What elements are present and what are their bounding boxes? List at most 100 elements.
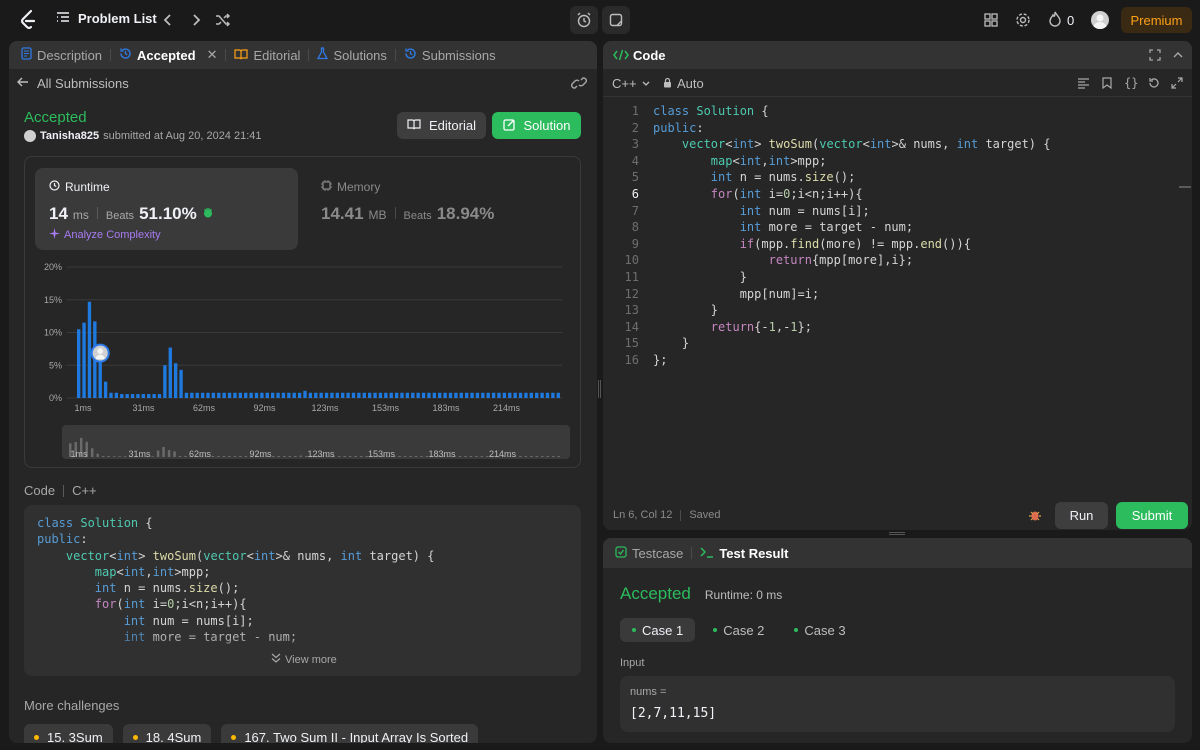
chart-bar[interactable]: [152, 394, 156, 398]
chart-bar[interactable]: [411, 392, 415, 398]
chart-bar[interactable]: [184, 392, 189, 398]
case-tab-2[interactable]: Case 2: [701, 618, 776, 642]
chart-bar[interactable]: [174, 363, 178, 398]
chart-bar[interactable]: [362, 392, 366, 398]
all-submissions-link[interactable]: All Submissions: [17, 75, 129, 91]
view-more-button[interactable]: View more: [271, 653, 337, 666]
run-button[interactable]: Run: [1055, 502, 1108, 529]
chart-bar[interactable]: [486, 392, 490, 398]
shuffle-icon[interactable]: [215, 12, 231, 28]
chart-bar[interactable]: [77, 329, 81, 398]
chart-bar[interactable]: [346, 392, 350, 398]
code-line[interactable]: if(mpp.find(more) != mpp.end()){: [653, 236, 1050, 253]
language-selector[interactable]: C++: [612, 76, 651, 91]
chart-bar[interactable]: [109, 392, 113, 398]
code-line[interactable]: map<int,int>mpp;: [653, 153, 1050, 170]
chart-bar[interactable]: [513, 392, 517, 398]
submitter-name[interactable]: Tanisha825: [40, 130, 99, 142]
chart-bar[interactable]: [448, 392, 453, 398]
chart-bar[interactable]: [292, 392, 296, 398]
chart-bar[interactable]: [103, 381, 108, 398]
chart-bar[interactable]: [227, 392, 232, 398]
chart-bar[interactable]: [319, 392, 323, 398]
chart-bar[interactable]: [551, 392, 555, 398]
chart-bar[interactable]: [443, 392, 447, 398]
chart-bar[interactable]: [281, 392, 286, 398]
chart-bar[interactable]: [481, 392, 485, 398]
fullscreen-icon[interactable]: [1149, 49, 1161, 64]
chart-bar[interactable]: [206, 392, 210, 398]
close-tab-icon[interactable]: ✕: [207, 47, 218, 63]
vertical-splitter-handle[interactable]: [598, 380, 601, 398]
chart-bar[interactable]: [330, 392, 334, 398]
chart-bar[interactable]: [276, 392, 280, 398]
chart-bar[interactable]: [540, 392, 544, 398]
chart-bar[interactable]: [114, 392, 119, 398]
case-tab-3[interactable]: Case 3: [782, 618, 857, 642]
code-line[interactable]: int more = target - num;: [653, 219, 1050, 236]
debugger-bug-icon[interactable]: [1028, 508, 1042, 525]
chart-bar[interactable]: [351, 392, 356, 398]
tab-description[interactable]: Description: [13, 41, 110, 70]
chart-bar[interactable]: [136, 394, 140, 398]
chart-bar[interactable]: [249, 392, 253, 398]
chart-bar[interactable]: [222, 392, 226, 398]
chart-bar[interactable]: [244, 392, 248, 398]
chart-bar[interactable]: [260, 392, 264, 398]
chart-bar[interactable]: [157, 394, 162, 398]
chart-bar[interactable]: [168, 347, 172, 398]
memory-card[interactable]: Memory 14.41 MB Beats 18.94%: [309, 168, 572, 250]
chart-bar[interactable]: [465, 392, 469, 398]
chart-bar[interactable]: [524, 392, 528, 398]
prev-problem-icon[interactable]: [160, 12, 176, 28]
chart-bar[interactable]: [190, 392, 194, 398]
solution-button[interactable]: Solution: [492, 112, 581, 139]
chart-bar[interactable]: [200, 392, 205, 398]
chart-bar[interactable]: [87, 301, 92, 398]
chart-bar[interactable]: [368, 392, 372, 398]
code-line[interactable]: return{-1,-1};: [653, 319, 1050, 336]
tab-test-result[interactable]: Test Result: [692, 538, 796, 568]
code-line[interactable]: class Solution {: [653, 103, 1050, 120]
code-line[interactable]: int n = nums.size();: [653, 169, 1050, 186]
user-avatar[interactable]: [1091, 11, 1109, 29]
editorial-button[interactable]: Editorial: [397, 112, 486, 139]
chart-bar[interactable]: [508, 392, 512, 398]
chart-bar[interactable]: [475, 392, 480, 398]
chart-bar[interactable]: [125, 394, 129, 398]
analyze-complexity-link[interactable]: Analyze Complexity: [49, 228, 161, 242]
chart-bar[interactable]: [271, 392, 275, 398]
chart-bar[interactable]: [518, 392, 523, 398]
code-line[interactable]: int num = nums[i];: [653, 203, 1050, 220]
chart-bar[interactable]: [497, 392, 501, 398]
code-line[interactable]: vector<int> twoSum(vector<int>& nums, in…: [653, 136, 1051, 153]
chart-bar[interactable]: [265, 392, 269, 398]
code-editor-text[interactable]: class Solution {public: vector<int> twoS…: [653, 103, 1050, 369]
streak-counter[interactable]: 0: [1048, 11, 1074, 30]
code-line[interactable]: }: [653, 269, 1050, 286]
collapse-panel-icon[interactable]: [1172, 49, 1184, 64]
chart-bar[interactable]: [384, 392, 388, 398]
chart-bar[interactable]: [556, 392, 560, 398]
code-line[interactable]: return{mpp[more],i};: [653, 252, 1050, 269]
submit-button[interactable]: Submit: [1116, 502, 1188, 529]
reset-icon[interactable]: [1148, 77, 1160, 92]
settings-gear-icon[interactable]: [1015, 12, 1031, 28]
code-line[interactable]: for(int i=0;i<n;i++){: [653, 186, 1050, 203]
auto-mode[interactable]: Auto: [663, 76, 704, 91]
timer-icon[interactable]: [570, 6, 598, 34]
problem-list-button[interactable]: Problem List: [56, 10, 157, 27]
chart-bar[interactable]: [297, 392, 302, 398]
chart-bar[interactable]: [130, 394, 135, 398]
code-line[interactable]: };: [653, 352, 1050, 369]
bookmark-icon[interactable]: [1102, 77, 1112, 92]
tab-solutions[interactable]: Solutions: [309, 41, 394, 70]
challenge-chip[interactable]: 15. 3Sum: [24, 724, 113, 743]
expand-editor-icon[interactable]: [1171, 77, 1183, 92]
tab-accepted[interactable]: Accepted ✕: [111, 41, 225, 70]
chart-bar[interactable]: [82, 322, 86, 398]
runtime-distribution-chart[interactable]: 20% 15% 10% 5% 0% 1ms 31ms 62ms 92ms 123ms 153ms 18…: [25, 257, 580, 467]
chart-bar[interactable]: [335, 392, 340, 398]
editor-scrollbar[interactable]: [1179, 186, 1191, 188]
chart-bar[interactable]: [357, 392, 361, 398]
